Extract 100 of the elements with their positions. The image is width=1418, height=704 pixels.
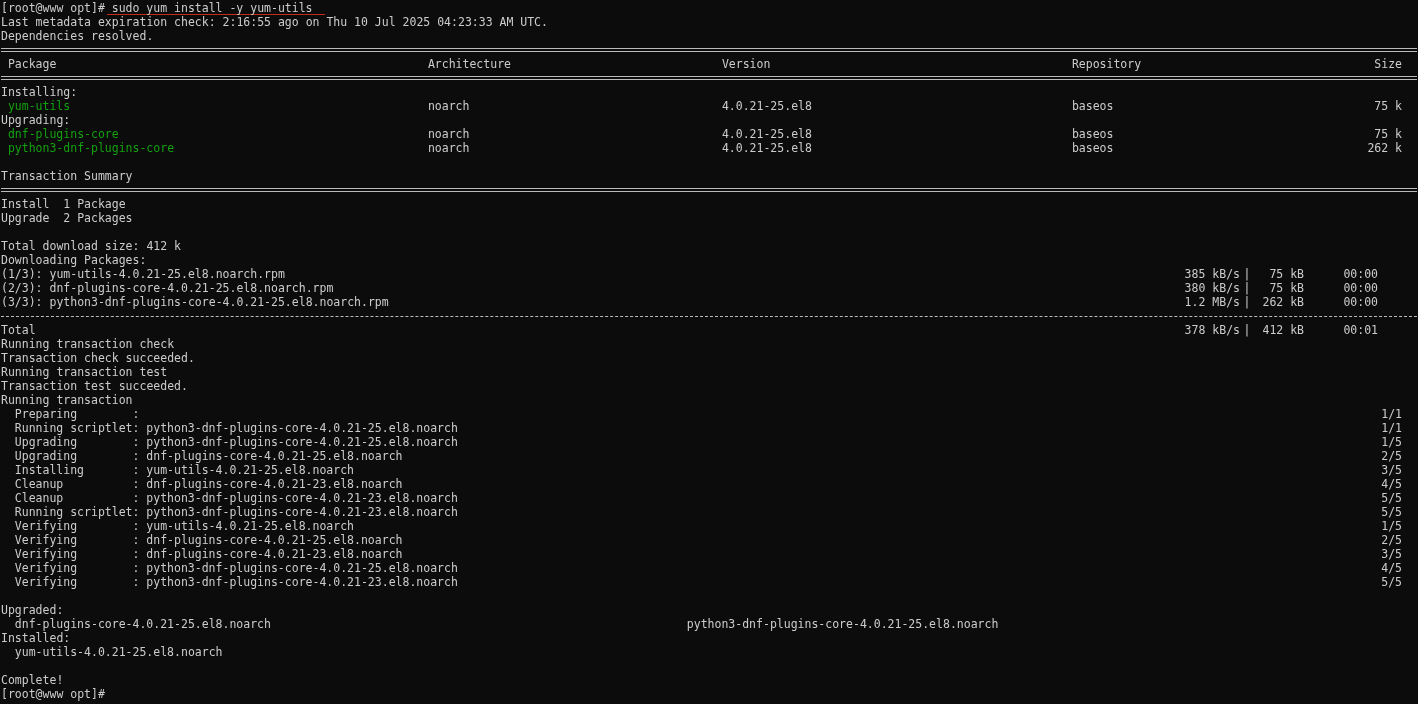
package-repo: baseos: [1071, 141, 1114, 155]
separator-text: |: [1242, 267, 1252, 281]
step-package: python3-dnf-plugins-core-4.0.21-23.el8.noarch: [146, 575, 459, 589]
output-line: Upgrade 2 Packages: [1, 211, 133, 225]
output-line: Running transaction: [1, 393, 133, 407]
step-counter: 3/5: [1381, 547, 1402, 561]
download-time: 00:01: [1342, 323, 1378, 337]
output-line: Dependencies resolved.: [1, 29, 154, 43]
step-package: python3-dnf-plugins-core-4.0.21-25.el8.noarch: [146, 561, 459, 575]
output-line: Transaction test succeeded.: [1, 379, 188, 393]
step-counter: 4/5: [1381, 561, 1402, 575]
prompt-text: [root@www opt]#: [1, 1, 105, 15]
output-line: Downloading Packages:: [1, 253, 147, 267]
column-header: Package: [7, 57, 57, 71]
column-header: Architecture: [427, 57, 511, 71]
step-package: dnf-plugins-core-4.0.21-23.el8.noarch: [146, 547, 404, 561]
package-name: dnf-plugins-core-4.0.21-25.el8.noarch: [14, 617, 271, 631]
package-name: yum-utils-4.0.21-25.el8.noarch: [14, 645, 223, 659]
download-file: (2/3): dnf-plugins-core-4.0.21-25.el8.noarch.rpm: [1, 281, 335, 295]
prompt-text: [root@www opt]#: [1, 687, 105, 701]
output-line: Complete!: [1, 673, 64, 687]
package-version: 4.0.21-25.el8: [721, 99, 812, 113]
step-package: python3-dnf-plugins-core-4.0.21-23.el8.noarch: [146, 505, 459, 519]
command-text: sudo yum install -y yum-utils: [106, 1, 325, 15]
package-size: 262 k: [1367, 141, 1402, 155]
download-size: 412 kB: [1261, 323, 1304, 337]
output-line: Upgrading:: [1, 113, 71, 127]
package-name: python3-dnf-plugins-core-4.0.21-25.el8.noarch: [686, 617, 999, 631]
output-line: Transaction check succeeded.: [1, 351, 195, 365]
step-package: python3-dnf-plugins-core-4.0.21-25.el8.noarch: [146, 435, 459, 449]
download-size: 262 kB: [1261, 295, 1304, 309]
step-counter: 4/5: [1381, 477, 1402, 491]
step-counter: 5/5: [1381, 491, 1402, 505]
download-rate: 385 kB/s: [1183, 267, 1240, 281]
package-name: yum-utils: [7, 99, 71, 113]
step-counter: 1/5: [1381, 435, 1402, 449]
download-file: (1/3): yum-utils-4.0.21-25.el8.noarch.rpm: [1, 267, 286, 281]
separator-text: |: [1242, 323, 1252, 337]
download-file: Total: [1, 323, 37, 337]
separator-text: |: [1242, 281, 1252, 295]
step-package: yum-utils-4.0.21-25.el8.noarch: [146, 463, 356, 477]
step-action: Running scriptlet:: [14, 421, 140, 435]
step-action: Preparing :: [14, 407, 140, 421]
column-header: Size: [1374, 57, 1402, 71]
download-rate: 1.2 MB/s: [1183, 295, 1240, 309]
download-time: 00:00: [1342, 281, 1378, 295]
package-repo: baseos: [1071, 127, 1114, 141]
column-header: Version: [721, 57, 771, 71]
package-repo: baseos: [1071, 99, 1114, 113]
step-counter: 5/5: [1381, 505, 1402, 519]
step-action: Running scriptlet:: [14, 505, 140, 519]
download-rate: 378 kB/s: [1183, 323, 1240, 337]
step-counter: 1/1: [1381, 421, 1402, 435]
step-package: dnf-plugins-core-4.0.21-25.el8.noarch: [146, 449, 404, 463]
step-action: Upgrading :: [14, 435, 140, 449]
package-size: 75 k: [1374, 99, 1402, 113]
output-line: Installing:: [1, 85, 78, 99]
output-line: Installed:: [1, 631, 71, 645]
package-size: 75 k: [1374, 127, 1402, 141]
step-counter: 1/1: [1381, 407, 1402, 421]
separator-text: |: [1242, 295, 1252, 309]
download-size: 75 kB: [1268, 281, 1304, 295]
step-counter: 1/5: [1381, 519, 1402, 533]
output-line: Running transaction test: [1, 365, 168, 379]
package-version: 4.0.21-25.el8: [721, 141, 812, 155]
output-line: Transaction Summary: [1, 169, 133, 183]
step-counter: 5/5: [1381, 575, 1402, 589]
step-action: Verifying :: [14, 561, 140, 575]
step-package: python3-dnf-plugins-core-4.0.21-25.el8.noarch: [146, 421, 459, 435]
step-action: Verifying :: [14, 519, 140, 533]
package-name: python3-dnf-plugins-core: [7, 141, 175, 155]
step-action: Installing :: [14, 463, 140, 477]
download-time: 00:00: [1342, 267, 1378, 281]
step-counter: 2/5: [1381, 533, 1402, 547]
step-counter: 3/5: [1381, 463, 1402, 477]
output-line: Install 1 Package: [1, 197, 126, 211]
step-package: yum-utils-4.0.21-25.el8.noarch: [146, 519, 356, 533]
step-action: Cleanup :: [14, 477, 140, 491]
step-action: Verifying :: [14, 533, 140, 547]
package-arch: noarch: [427, 127, 470, 141]
download-time: 00:00: [1342, 295, 1378, 309]
step-action: Verifying :: [14, 547, 140, 561]
output-line: Total download size: 412 k: [1, 239, 181, 253]
step-package: dnf-plugins-core-4.0.21-25.el8.noarch: [146, 533, 404, 547]
step-package: dnf-plugins-core-4.0.21-23.el8.noarch: [146, 477, 404, 491]
package-arch: noarch: [427, 141, 470, 155]
download-size: 75 kB: [1268, 267, 1304, 281]
package-arch: noarch: [427, 99, 470, 113]
output-line: Upgraded:: [1, 603, 64, 617]
step-action: Upgrading :: [14, 449, 140, 463]
package-name: dnf-plugins-core: [7, 127, 119, 141]
package-version: 4.0.21-25.el8: [721, 127, 812, 141]
step-counter: 2/5: [1381, 449, 1402, 463]
output-line: Last metadata expiration check: 2:16:55 ago on Thu 10 Jul 2025 04:23:33 AM UTC.: [1, 15, 548, 29]
column-header: Repository: [1071, 57, 1142, 71]
download-file: (3/3): python3-dnf-plugins-core-4.0.21-25.el8.noarch.rpm: [1, 295, 390, 309]
output-line: Running transaction check: [1, 337, 175, 351]
step-action: Cleanup :: [14, 491, 140, 505]
step-package: python3-dnf-plugins-core-4.0.21-23.el8.noarch: [146, 491, 459, 505]
step-action: Verifying :: [14, 575, 140, 589]
